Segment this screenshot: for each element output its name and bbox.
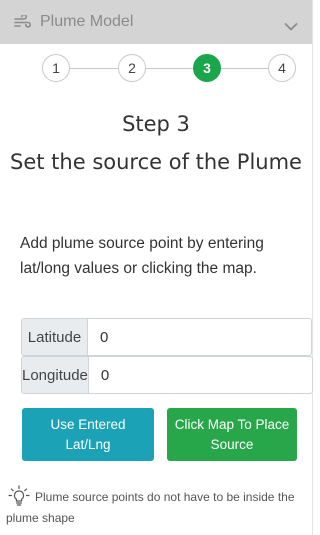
stepper: 1 2 3 4 — [0, 54, 312, 84]
longitude-input[interactable] — [87, 356, 313, 394]
step-description: Add plume source point by entering lat/l… — [20, 235, 264, 277]
longitude-field-group: Longitude — [21, 356, 313, 394]
wind-icon — [14, 15, 32, 29]
chevron-down-icon[interactable] — [284, 17, 298, 31]
stepper-connector — [146, 68, 193, 69]
step-heading: Step 3 — [122, 112, 190, 136]
stepper-connector — [70, 68, 118, 69]
tip-text: Plume source points do not have to be in… — [6, 490, 295, 525]
panel-title: Plume Model — [40, 13, 134, 30]
step-3[interactable]: 3 — [193, 54, 221, 82]
latitude-field-group: Latitude — [21, 318, 312, 356]
page-title: Set the source of the Plume — [10, 150, 302, 174]
click-map-place-source-button[interactable]: Click Map To Place Source — [167, 408, 297, 461]
step-2[interactable]: 2 — [118, 54, 146, 82]
stepper-connector — [221, 68, 268, 69]
latitude-label: Latitude — [21, 318, 87, 356]
panel-header[interactable]: Plume Model — [0, 0, 312, 44]
step-1[interactable]: 1 — [42, 54, 70, 82]
use-entered-latlng-button[interactable]: Use Entered Lat/Lng — [22, 408, 154, 461]
longitude-label: Longitude — [21, 356, 88, 394]
latitude-input[interactable] — [87, 318, 312, 356]
step-4[interactable]: 4 — [268, 54, 296, 82]
plume-model-panel: Plume Model 1 2 3 4 Step 3 Set the sourc… — [0, 0, 313, 535]
